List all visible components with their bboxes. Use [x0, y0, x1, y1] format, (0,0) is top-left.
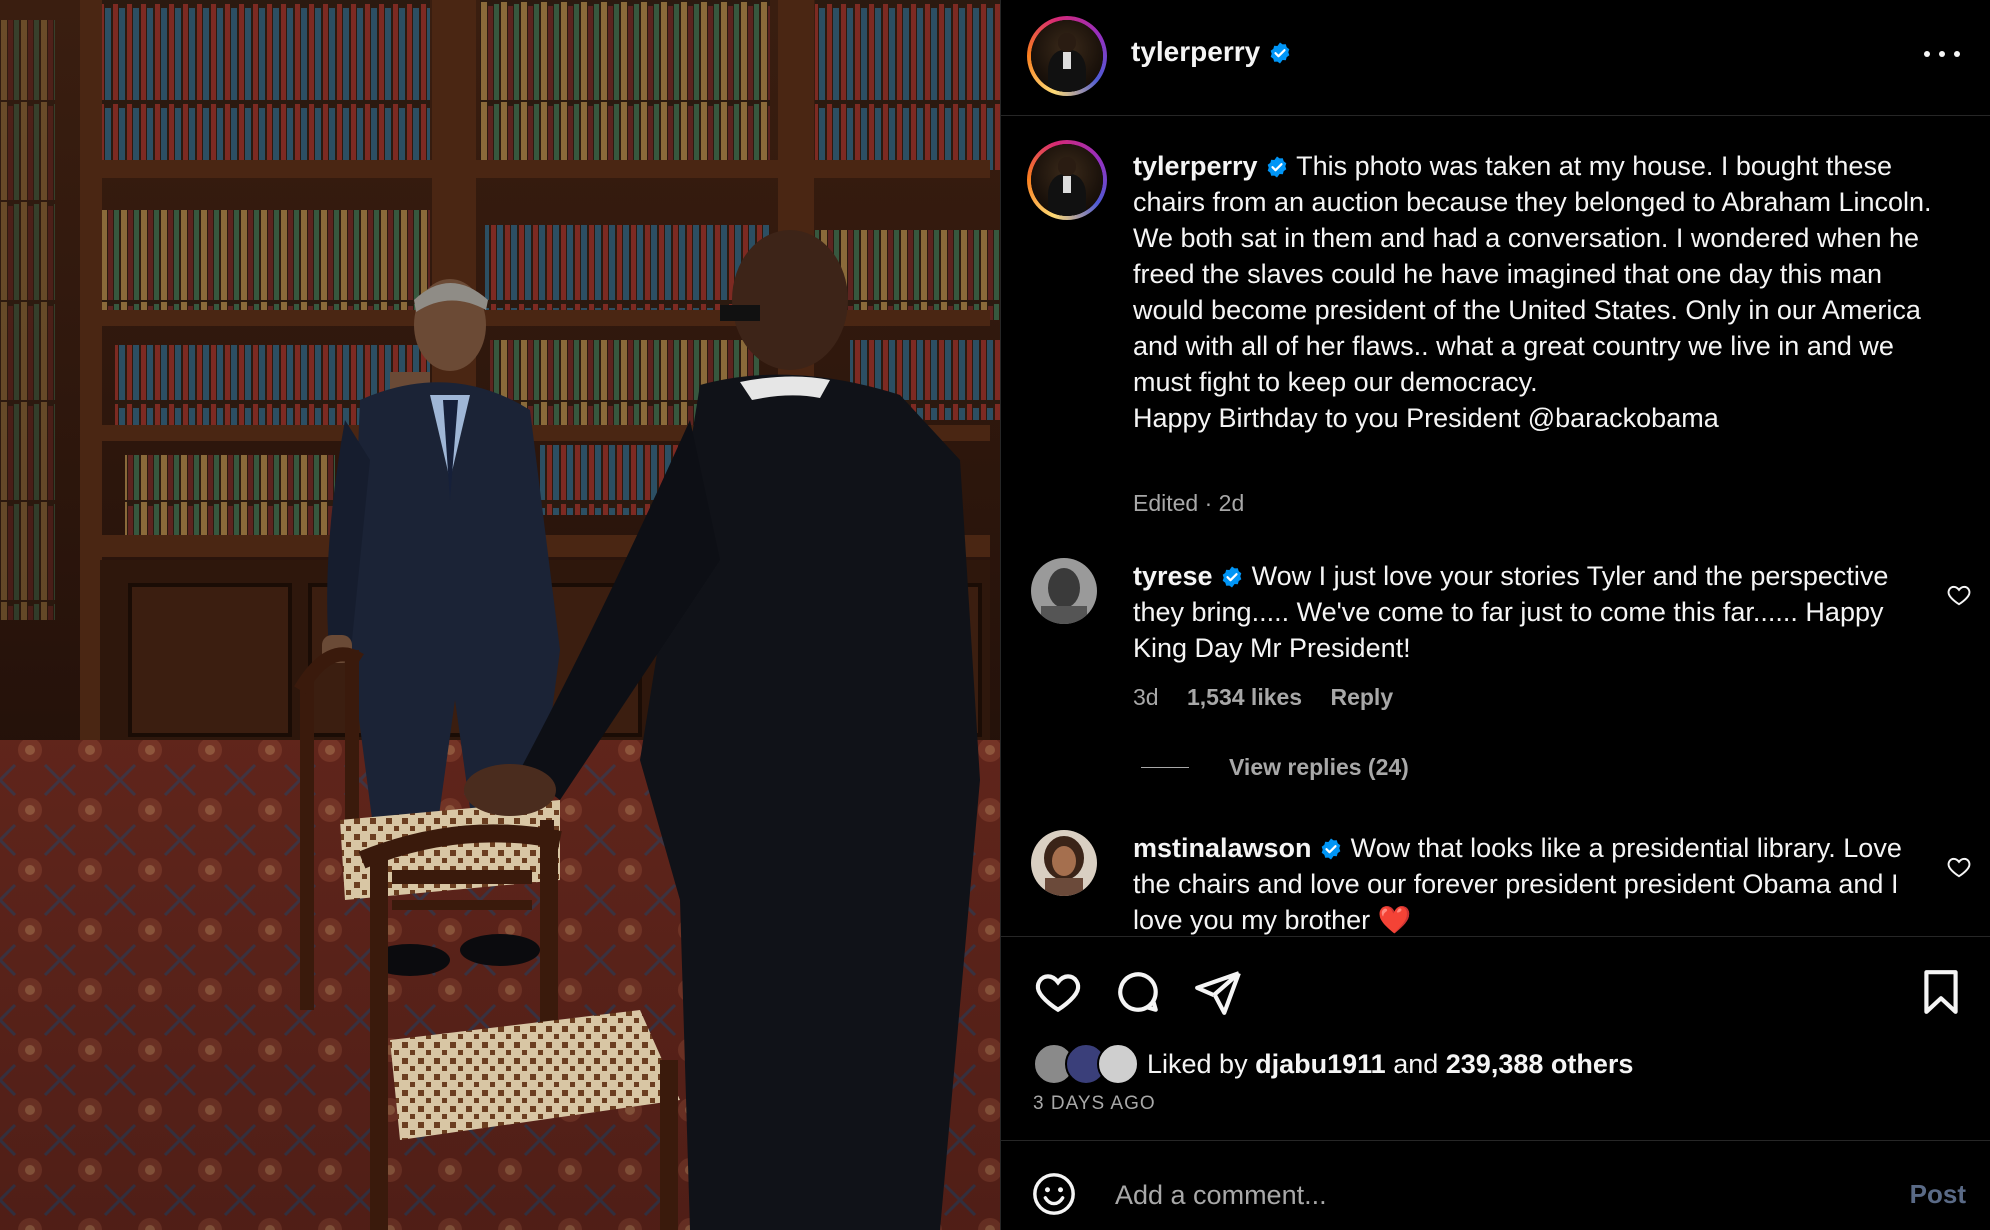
emoji-icon[interactable]	[1031, 1171, 1077, 1217]
post-date[interactable]: 3 DAYS AGO	[1033, 1093, 1156, 1115]
liked-by-and: and	[1393, 1048, 1439, 1079]
reply-button[interactable]: Reply	[1330, 684, 1393, 710]
photo-illustration	[0, 0, 1000, 1230]
author-avatar[interactable]	[1027, 16, 1107, 96]
verified-badge-icon	[1267, 156, 1287, 178]
like-comment-heart-icon[interactable]	[1946, 854, 1972, 880]
comment-meta: 3d 1,534 likes Reply	[1133, 684, 1393, 711]
caption-text: This photo was taken at my house. I boug…	[1133, 151, 1932, 397]
author-username[interactable]: tylerperry	[1131, 36, 1260, 67]
comment-avatar[interactable]	[1031, 830, 1097, 896]
share-send-icon[interactable]	[1193, 967, 1243, 1017]
comment-bubble-icon[interactable]	[1113, 967, 1163, 1017]
view-replies-label: View replies (24)	[1229, 754, 1409, 780]
author-username-row: tylerperry	[1131, 36, 1292, 68]
post-header: tylerperry	[1001, 0, 1990, 116]
caption-avatar[interactable]	[1027, 140, 1107, 220]
comment-time: 3d	[1133, 684, 1159, 710]
post-side-panel: tylerperry tylerperry This photo was tak…	[1000, 0, 1990, 1230]
verified-badge-icon	[1321, 838, 1341, 860]
comment-username[interactable]: tyrese	[1133, 561, 1213, 591]
caption-text-2: Happy Birthday to you President @baracko…	[1133, 403, 1719, 433]
liked-by-user[interactable]: djabu1911	[1255, 1049, 1386, 1080]
instagram-post-viewer: tylerperry tylerperry This photo was tak…	[0, 0, 1990, 1230]
verified-badge-icon	[1222, 566, 1242, 588]
comment-composer: Post	[1001, 1140, 1990, 1230]
caption-username[interactable]: tylerperry	[1133, 151, 1258, 181]
liked-by-prefix: Liked by	[1147, 1048, 1248, 1079]
liked-by-row: Liked by djabu1911 and 239,388 others	[1033, 1043, 1633, 1085]
comment-username[interactable]: mstinalawson	[1133, 833, 1312, 863]
post-actions: Liked by djabu1911 and 239,388 others 3 …	[1001, 936, 1990, 1140]
verified-badge-icon	[1270, 42, 1290, 64]
view-replies-button[interactable]: View replies (24)	[1141, 754, 1409, 781]
replies-divider	[1141, 767, 1189, 768]
post-comment-button[interactable]: Post	[1910, 1179, 1966, 1210]
comment-body: mstinalawson Wow that looks like a presi…	[1133, 830, 1933, 936]
comment-likes[interactable]: 1,534 likes	[1187, 684, 1302, 710]
add-comment-input[interactable]	[1113, 1171, 1817, 1219]
comment-avatar[interactable]	[1031, 558, 1097, 624]
comment-text: Wow I just love your stories Tyler and t…	[1133, 561, 1889, 663]
comment-body: tyrese Wow I just love your stories Tyle…	[1133, 558, 1933, 666]
like-comment-heart-icon[interactable]	[1946, 582, 1972, 608]
like-heart-icon[interactable]	[1033, 967, 1083, 1017]
more-options-icon[interactable]	[1924, 42, 1960, 66]
comments-scroll-area[interactable]: tylerperry This photo was taken at my ho…	[1001, 116, 1990, 936]
save-bookmark-icon[interactable]	[1916, 967, 1966, 1017]
post-photo[interactable]	[0, 0, 1000, 1230]
likes-count[interactable]: 239,388 others	[1446, 1049, 1634, 1080]
liker-avatar	[1097, 1043, 1139, 1085]
caption-meta: Edited · 2d	[1133, 490, 1245, 516]
caption-body: tylerperry This photo was taken at my ho…	[1133, 148, 1933, 436]
liked-by-avatars[interactable]	[1033, 1043, 1139, 1085]
